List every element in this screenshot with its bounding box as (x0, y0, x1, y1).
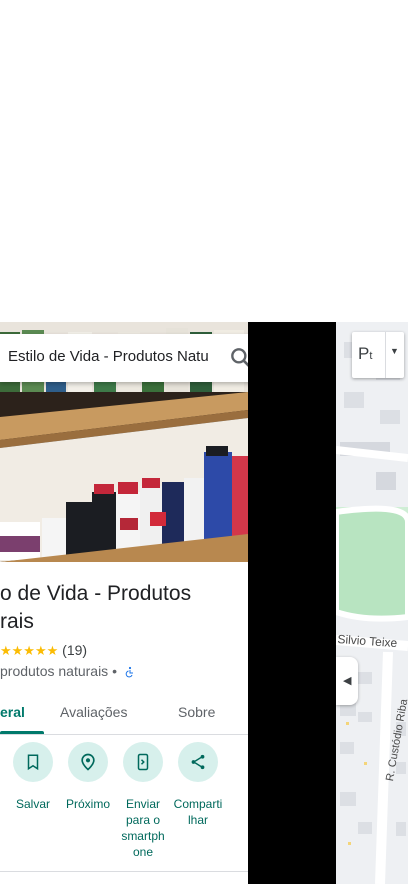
place-title: o de Vida - Produtos rais (0, 580, 240, 636)
search-input[interactable]: Estilo de Vida - Produtos Natu (8, 348, 220, 365)
nearby-button[interactable]: Próximo (60, 742, 116, 812)
save-label: Salvar (15, 797, 50, 811)
tab-bar: eral Avaliações Sobre (0, 692, 248, 735)
rating-stars: ★★★★★ (0, 643, 59, 658)
tab-overview[interactable]: eral (0, 704, 25, 720)
share-button[interactable]: Comparti lhar (170, 742, 226, 828)
chevron-down-icon[interactable]: ▼ (390, 346, 399, 356)
place-title-line1: o de Vida - Produtos (0, 582, 192, 605)
chevron-left-icon: ◀ (343, 675, 352, 687)
bookmark-icon (13, 742, 53, 782)
divider (0, 871, 248, 872)
layers-label: Pt (358, 344, 373, 363)
share-icon (178, 742, 218, 782)
save-button[interactable]: Salvar (5, 742, 61, 812)
category-row: produtos naturais • (0, 663, 136, 681)
rating-row[interactable]: ★★★★★ (19) (0, 642, 87, 659)
nearby-icon (68, 742, 108, 782)
send-to-phone-label: Enviar para o smartph one (121, 797, 165, 859)
place-panel: o de Vida - Produtos rais ★★★★★ (19) pro… (0, 322, 248, 884)
blank-area (0, 0, 408, 322)
place-title-line2: rais (0, 610, 34, 633)
place-category[interactable]: produtos naturais • (0, 663, 117, 679)
active-tab-indicator (0, 731, 44, 734)
layers-separator (385, 332, 386, 378)
wheelchair-icon (124, 666, 136, 681)
send-to-phone-icon (123, 742, 163, 782)
send-to-phone-button[interactable]: Enviar para o smartph one (115, 742, 171, 860)
panel-gap (248, 322, 336, 884)
nearby-label: Próximo (65, 797, 110, 811)
collapse-panel-button[interactable]: ◀ (336, 657, 358, 705)
share-label: Comparti lhar (173, 797, 223, 827)
action-row: Salvar Próximo Enviar para o smartph one Co… (0, 742, 248, 872)
map-layers-button[interactable]: Pt ▼ (352, 332, 404, 378)
tab-reviews[interactable]: Avaliações (60, 704, 127, 720)
map-view[interactable] (336, 322, 408, 884)
review-count[interactable]: (19) (62, 642, 87, 658)
tab-about[interactable]: Sobre (178, 704, 215, 720)
